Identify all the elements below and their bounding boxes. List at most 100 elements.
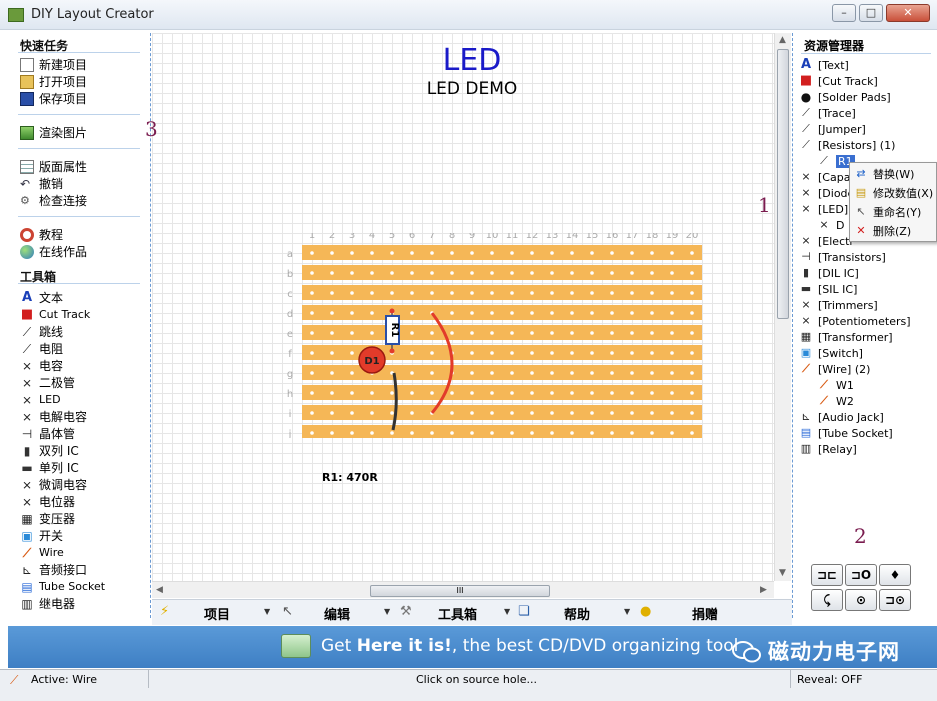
check-connections-item[interactable]: ⚙ 检查连接 <box>20 192 87 209</box>
explorer-category-item[interactable]: ● [Solder Pads] <box>799 89 891 105</box>
toolbox-item[interactable]: ▦ 变压器 <box>20 510 75 527</box>
banner-text: Get Here it is!, the best CD/DVD organiz… <box>321 636 738 656</box>
explorer-category-item[interactable]: ⟋ [Wire] (2) <box>799 361 870 377</box>
explorer-category-item[interactable]: ⊣ [Transistors] <box>799 249 886 265</box>
explorer-child-item[interactable]: ⟋ W2 <box>817 393 854 409</box>
layout-canvas[interactable]: LED LED DEMO 1 2 3 4 5 6 7 8 9 10 11 12 13 14 15 16 17 18… <box>152 33 774 581</box>
banner-suffix: , the best CD/DVD organizing tool <box>451 636 739 656</box>
menu-donate[interactable]: 捐赠 <box>692 604 718 623</box>
explorer-category-item[interactable]: ▬ [SIL IC] <box>799 281 858 297</box>
scroll-up-icon[interactable]: ▲ <box>779 35 786 45</box>
hole <box>330 271 334 275</box>
stripboard[interactable]: 1 2 3 4 5 6 7 8 9 10 11 12 13 14 15 16 17 18 19 20abcdefghi… <box>282 233 702 438</box>
chevron-down-icon[interactable]: ▼ <box>264 607 270 616</box>
resistor-pin <box>389 308 395 314</box>
toolbox-item[interactable]: ▥ 继电器 <box>20 595 75 612</box>
tutorial-item[interactable]: 教程 <box>20 226 63 243</box>
explorer-category-item[interactable]: ⨯ [LED] <box>799 201 848 217</box>
toolbox-item[interactable]: ⨯ 微调电容 <box>20 476 87 493</box>
explorer-category-item[interactable]: A [Text] <box>799 57 849 73</box>
toolbox-item[interactable]: ⨯ 电容 <box>20 357 63 374</box>
menu-help[interactable]: 帮助 <box>564 604 590 623</box>
toolbox-item[interactable]: ⨯ LED <box>20 391 61 408</box>
explorer-category-item[interactable]: ■ [Cut Track] <box>799 73 878 89</box>
undo-item[interactable]: ↶ 撤销 <box>20 175 63 192</box>
hole <box>610 411 614 415</box>
toolbox-item[interactable]: ⨯ 电位器 <box>20 493 75 510</box>
maximize-button[interactable]: □ <box>859 4 883 22</box>
board-properties-item[interactable]: 版面属性 <box>20 158 87 175</box>
hole <box>410 371 414 375</box>
tool-button[interactable]: ⤹ <box>811 589 843 611</box>
hole <box>470 391 474 395</box>
horizontal-scroll-thumb[interactable]: III <box>370 585 550 597</box>
minimize-button[interactable]: – <box>832 4 856 22</box>
column-label: 13 <box>546 233 559 241</box>
context-menu-item[interactable]: ▤ 修改数值(X) <box>854 183 933 202</box>
explorer-category-item[interactable]: ▤ [Tube Socket] <box>799 425 893 441</box>
tool-button[interactable]: ⊙ <box>845 589 877 611</box>
explorer-category-item[interactable]: ⨯ [Trimmers] <box>799 297 877 313</box>
toolbox-item[interactable]: A 文本 <box>20 289 63 306</box>
toolbox-item[interactable]: ■ Cut Track <box>20 306 90 323</box>
close-button[interactable]: ✕ <box>886 4 930 22</box>
scroll-down-icon[interactable]: ▼ <box>779 568 786 578</box>
explorer-category-item[interactable]: ▮ [DIL IC] <box>799 265 859 281</box>
toolbox-item[interactable]: ▤ Tube Socket <box>20 578 105 595</box>
vertical-scrollbar[interactable]: ▲ ▼ <box>774 33 791 581</box>
toolbox-item[interactable]: ⊾ 音频接口 <box>20 561 87 578</box>
toolbox-item[interactable]: ▣ 开关 <box>20 527 63 544</box>
menu-edit[interactable]: 编辑 <box>324 604 350 623</box>
hole <box>470 351 474 355</box>
context-menu-item[interactable]: ⇄ 替换(W) <box>854 164 914 183</box>
chevron-down-icon[interactable]: ▼ <box>624 607 630 616</box>
scroll-left-icon[interactable]: ◀ <box>156 585 163 595</box>
explorer-category-item[interactable]: ▥ [Relay] <box>799 441 857 457</box>
text-icon: A <box>800 57 812 72</box>
explorer-category-item[interactable]: ⨯ [Capa <box>799 169 850 185</box>
context-menu-item[interactable]: ↖ 重命名(Y) <box>854 202 921 221</box>
explorer-category-item[interactable]: ⟋ [Resistors] (1) <box>799 137 895 153</box>
tool-button[interactable]: ⊐⊏ <box>811 564 843 586</box>
menu-project[interactable]: 项目 <box>204 604 230 623</box>
chevron-down-icon[interactable]: ▼ <box>504 607 510 616</box>
toolbox-item[interactable]: ⨯ 二极管 <box>20 374 75 391</box>
vertical-scroll-thumb[interactable] <box>777 49 789 319</box>
open-project-item[interactable]: 打开项目 <box>20 73 87 90</box>
menu-toolbox[interactable]: 工具箱 <box>438 604 477 623</box>
explorer-category-item[interactable]: ▣ [Switch] <box>799 345 863 361</box>
explorer-category-item[interactable]: ⊾ [Audio Jack] <box>799 409 883 425</box>
explorer-category-item[interactable]: ⟋ [Jumper] <box>799 121 866 137</box>
explorer-child-item[interactable]: ⟋ W1 <box>817 377 854 393</box>
toolbox-item[interactable]: ⟋ Wire <box>20 544 64 561</box>
tool-button[interactable]: ⊐O <box>845 564 877 586</box>
new-project-item[interactable]: 新建项目 <box>20 56 87 73</box>
explorer-category-item[interactable]: ▦ [Transformer] <box>799 329 893 345</box>
toolbox-item[interactable]: ▮ 双列 IC <box>20 442 79 459</box>
hole <box>490 291 494 295</box>
ad-banner[interactable]: Get Here it is!, the best CD/DVD organiz… <box>8 626 937 668</box>
explorer-category-item[interactable]: ⟋ [Trace] <box>799 105 856 121</box>
toolbox-item[interactable]: ⟋ 跳线 <box>20 323 63 340</box>
horizontal-scrollbar[interactable]: ◀ III ▶ <box>152 581 774 598</box>
cut-track-icon: ■ <box>799 73 813 88</box>
hole <box>670 351 674 355</box>
toolbox-item[interactable]: ⊣ 晶体管 <box>20 425 75 442</box>
context-menu-item[interactable]: ✕ 删除(Z) <box>854 221 911 240</box>
explorer-category-item[interactable]: ⨯ [Diode <box>799 185 854 201</box>
tool-button[interactable]: ♦ <box>879 564 911 586</box>
explorer-category-item[interactable]: ⨯ [Electr <box>799 233 854 249</box>
explorer-child-item[interactable]: ⨯ D <box>817 217 844 233</box>
explorer-category-item[interactable]: ⨯ [Potentiometers] <box>799 313 910 329</box>
tool-button[interactable]: ⊐⊙ <box>879 589 911 611</box>
explorer-item-label: [Tube Socket] <box>818 426 893 440</box>
toolbox-item[interactable]: ⨯ 电解电容 <box>20 408 87 425</box>
online-works-item[interactable]: 在线作品 <box>20 243 87 260</box>
toolbox-item[interactable]: ▬ 单列 IC <box>20 459 78 476</box>
render-image-item[interactable]: 渲染图片 <box>20 124 87 141</box>
scroll-right-icon[interactable]: ▶ <box>760 585 767 595</box>
explorer-item-label: [Text] <box>818 58 849 72</box>
toolbox-item[interactable]: ⟋ 电阻 <box>20 340 63 357</box>
chevron-down-icon[interactable]: ▼ <box>384 607 390 616</box>
save-project-item[interactable]: 保存项目 <box>20 90 87 107</box>
